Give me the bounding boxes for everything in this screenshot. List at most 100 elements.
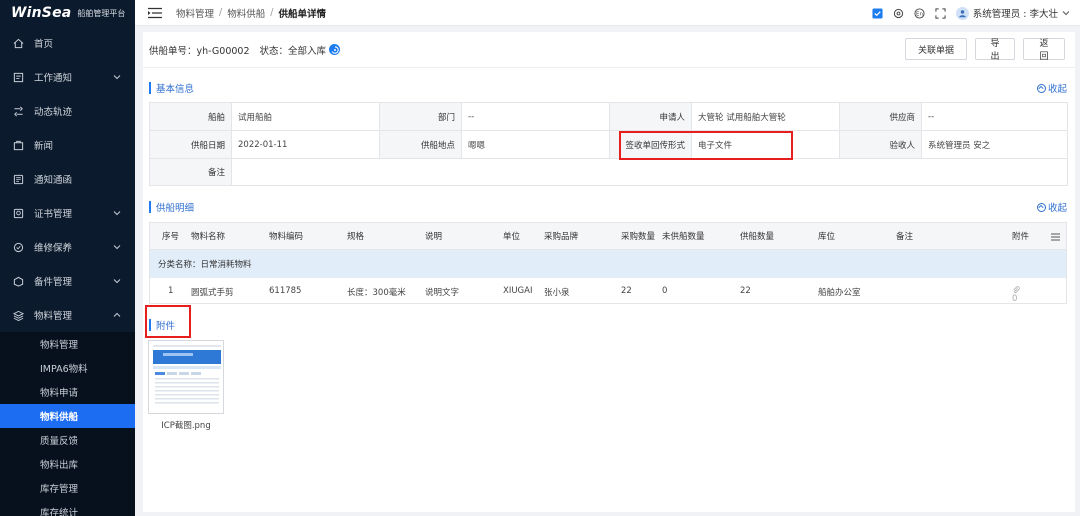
sidebar-item-label: 通知通函 [34, 175, 73, 186]
home-icon [13, 38, 24, 49]
fullscreen-icon[interactable] [935, 7, 946, 19]
field-value: -- [461, 102, 610, 131]
sidebar: WinSea 船舶管理平台 首页 工作通知 动态轨迹 新闻 通知通函 证书管理 … [0, 0, 135, 516]
table-row: 1 圆弧式手剪 611785 长度：300毫米 说明文字 XIUGAI 张小泉 … [149, 278, 1067, 304]
sidebar-item-circular[interactable]: 通知通函 [0, 162, 135, 196]
avatar [955, 6, 969, 20]
basic-info-collapse[interactable]: 收起 [1036, 81, 1067, 95]
related-docs-button[interactable]: 关联单据 [905, 38, 967, 60]
column-header: 物料名称 [191, 232, 226, 242]
column-header: 序号 [162, 232, 180, 242]
export-button[interactable]: 导出 [975, 38, 1015, 62]
submenu-item-material-supply[interactable]: 物料供船 [0, 404, 135, 428]
mail-icon[interactable] [872, 7, 883, 19]
cell-unit: XIUGAI [503, 286, 533, 296]
topbar-tools: En 系统管理员 : 李大壮 [872, 0, 1070, 26]
submenu-item-material-request[interactable]: 物料申请 [0, 380, 135, 404]
notice-icon [13, 72, 24, 83]
user-name: 系统管理员 : 李大壮 [972, 9, 1058, 20]
field-label: 供应商 [839, 102, 922, 131]
sidebar-item-label: 工作通知 [34, 73, 73, 84]
brand[interactable]: WinSea 船舶管理平台 [0, 0, 135, 26]
order-status: 状态：全部入库 [260, 43, 341, 57]
column-header: 说明 [425, 232, 443, 242]
sidebar-item-work-notice[interactable]: 工作通知 [0, 60, 135, 94]
column-settings-icon[interactable] [1051, 233, 1060, 241]
sidebar-item-track[interactable]: 动态轨迹 [0, 94, 135, 128]
chevron-up-icon [113, 312, 121, 317]
submenu-item-material-outbound[interactable]: 物料出库 [0, 452, 135, 476]
paperclip-icon [1013, 286, 1020, 294]
sidebar-item-label: 维修保养 [34, 243, 73, 254]
sidebar-item-label: 物料管理 [34, 311, 73, 322]
cell-spec: 长度：300毫米 [347, 288, 406, 298]
cell-index: 1 [168, 286, 174, 296]
field-value: 系统管理员 安之 [921, 130, 1068, 159]
chevron-down-icon [113, 245, 121, 250]
column-header: 库位 [818, 232, 836, 242]
column-header: 供船数量 [740, 232, 775, 242]
sidebar-item-label: 证书管理 [34, 209, 73, 220]
sidebar-item-label: 首页 [34, 39, 54, 50]
attachment-thumbnail[interactable] [148, 340, 224, 414]
sidebar-item-home[interactable]: 首页 [0, 26, 135, 60]
breadcrumb: 物料管理 / 物料供船 / 供船单详情 [176, 6, 326, 20]
column-header: 物料编码 [269, 232, 304, 242]
sidebar-item-label: 动态轨迹 [34, 107, 73, 118]
field-value: 嗯嗯 [461, 130, 610, 159]
user-menu[interactable]: 系统管理员 : 李大壮 [955, 6, 1070, 20]
sidebar-item-maintenance[interactable]: 维修保养 [0, 230, 135, 264]
field-label: 验收人 [839, 130, 922, 159]
cell-name: 圆弧式手剪 [191, 288, 234, 298]
table-header: 序号 物料名称 物料编码 规格 说明 单位 采购品牌 采购数量 未供船数量 供船… [149, 222, 1067, 250]
supply-detail-collapse[interactable]: 收起 [1036, 200, 1067, 214]
column-header: 单位 [503, 232, 521, 242]
chevron-down-icon [113, 211, 121, 216]
field-value: -- [921, 102, 1068, 131]
field-value: 试用船舶 [231, 102, 380, 131]
collapse-icon [1036, 83, 1046, 93]
sidebar-item-material[interactable]: 物料管理 [0, 298, 135, 332]
field-label: 备注 [149, 158, 232, 186]
submenu-item-quality-feedback[interactable]: 质量反馈 [0, 428, 135, 452]
submenu-item-inventory-stats[interactable]: 库存统计 [0, 500, 135, 516]
language-icon[interactable]: En [914, 7, 925, 19]
supply-detail-title: 供船明细 [149, 200, 194, 214]
order-header: 供船单号：yh-G00002 状态：全部入库 关联单据 导出 返回 [143, 32, 1075, 68]
cell-attachment[interactable]: 0 [1012, 286, 1020, 304]
cell-desc: 说明文字 [425, 288, 460, 298]
submenu-item-material-manage[interactable]: 物料管理 [0, 332, 135, 356]
field-value [231, 158, 1068, 186]
sidebar-item-certificate[interactable]: 证书管理 [0, 196, 135, 230]
attachment-filename[interactable]: ICP截图.png [143, 419, 229, 431]
basic-info-table: 船舶 试用船舶 部门 -- 申请人 大管轮 试用船舶大管轮 供应商 -- 供船日… [149, 102, 1068, 186]
topbar: 物料管理 / 物料供船 / 供船单详情 En 系统管理员 : 李大壮 [135, 0, 1080, 26]
column-header: 规格 [347, 232, 365, 242]
image-preview [149, 341, 223, 413]
back-button[interactable]: 返回 [1023, 38, 1065, 62]
submenu-item-impa6[interactable]: IMPA6物料 [0, 356, 135, 380]
chevron-down-icon [1062, 11, 1070, 16]
sidebar-item-spare-parts[interactable]: 备件管理 [0, 264, 135, 298]
column-header: 未供船数量 [662, 232, 705, 242]
layers-icon [13, 310, 24, 321]
sidebar-item-news[interactable]: 新闻 [0, 128, 135, 162]
cell-location: 船舶办公室 [818, 288, 861, 298]
maintenance-icon [13, 242, 24, 253]
field-label: 供船日期 [149, 130, 232, 159]
field-label: 申请人 [609, 102, 692, 131]
breadcrumb-item[interactable]: 物料管理 [176, 6, 214, 20]
news-icon [13, 140, 24, 151]
settings-icon[interactable] [893, 8, 904, 19]
field-value: 大管轮 试用船舶大管轮 [691, 102, 840, 131]
cell-code: 611785 [269, 286, 302, 296]
column-header: 采购数量 [621, 232, 656, 242]
breadcrumb-item[interactable]: 物料供船 [227, 6, 265, 20]
column-header: 附件 [1012, 232, 1030, 242]
chevron-down-icon [113, 279, 121, 284]
circular-icon [13, 174, 24, 185]
menu-toggle-icon[interactable] [148, 7, 162, 19]
category-row: 分类名称：日常消耗物料 [149, 250, 1067, 278]
brand-subtitle: 船舶管理平台 [77, 8, 126, 18]
submenu-item-inventory[interactable]: 库存管理 [0, 476, 135, 500]
